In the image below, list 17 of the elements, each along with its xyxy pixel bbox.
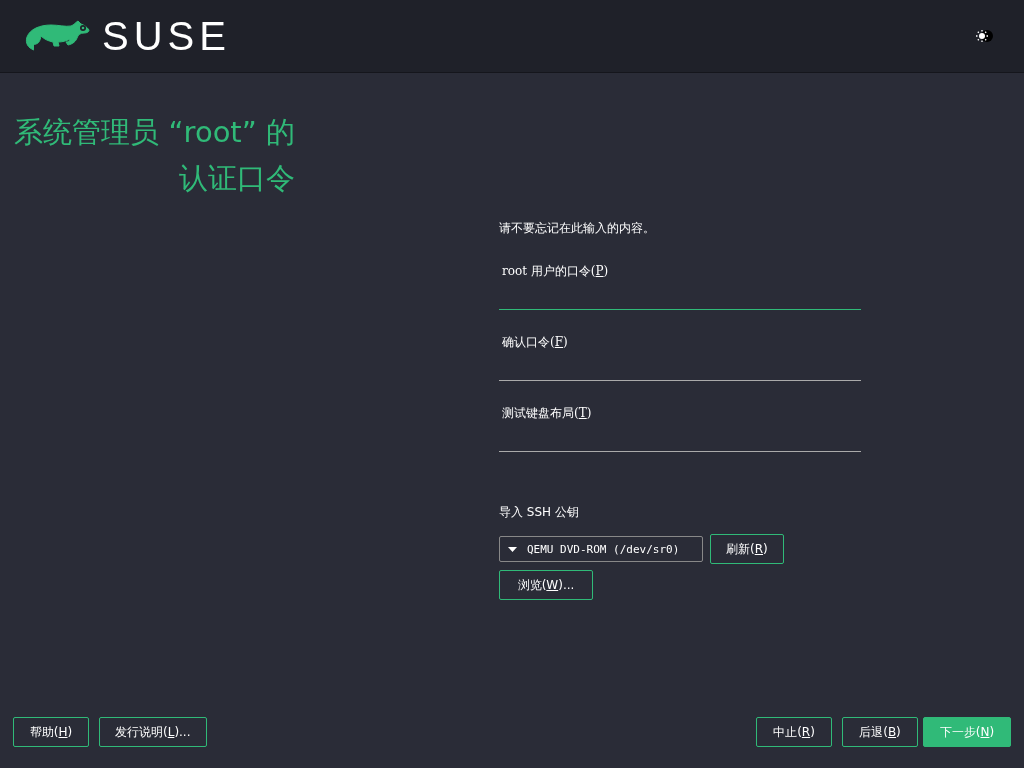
footer-button[interactable]: 中止(R): [756, 717, 832, 747]
device-dropdown[interactable]: QEMU DVD-ROM (/dev/sr0): [499, 536, 703, 562]
footer-button[interactable]: 帮助(H): [13, 717, 89, 747]
caret-icon: [508, 546, 517, 552]
field-label: 确认口令(F): [502, 334, 568, 351]
field-label: root 用户的口令(P): [502, 263, 609, 280]
field-label: 测试键盘布局(T): [502, 405, 592, 422]
logo-text: SUSE: [102, 16, 231, 56]
page-title-line: 认证口令: [179, 160, 295, 197]
footer-button[interactable]: 后退(B): [842, 717, 918, 747]
page-title-line: 系统管理员 “root” 的: [14, 114, 295, 151]
footer-button[interactable]: 发行说明(L)...: [99, 717, 207, 747]
theme-toggle-icon[interactable]: [976, 27, 994, 45]
browse-button[interactable]: 浏览(W)...: [499, 570, 593, 600]
instruction-text: 请不要忘记在此输入的内容。: [499, 220, 655, 237]
refresh-button[interactable]: 刷新(R): [710, 534, 784, 564]
ssh-key-label: 导入 SSH 公钥: [499, 504, 579, 521]
